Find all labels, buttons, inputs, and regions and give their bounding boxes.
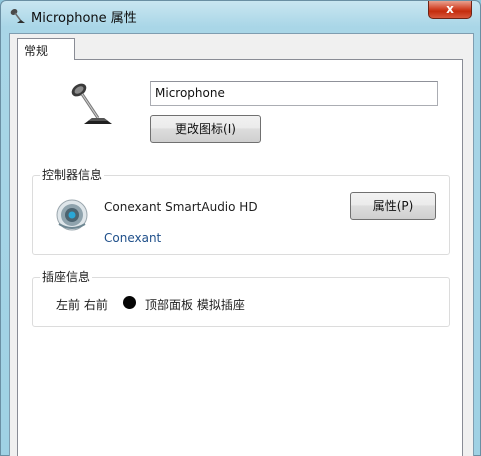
device-name-input[interactable]: Microphone — [150, 81, 438, 106]
jack-info-label: 插座信息 — [40, 270, 93, 284]
microphone-title-icon — [10, 9, 25, 23]
close-button[interactable]: x — [428, 1, 472, 19]
title-bar[interactable]: Microphone 属性 x — [1, 1, 480, 31]
jack-color-indicator — [123, 296, 136, 309]
jack-info-group: 插座信息 左前 右前 顶部面板 模拟插座 — [32, 270, 450, 327]
controller-info-label: 控制器信息 — [40, 168, 105, 182]
tab-general[interactable]: 常规 — [17, 38, 75, 60]
microphone-icon — [71, 83, 112, 124]
controller-name: Conexant SmartAudio HD — [104, 200, 258, 214]
dialog-client-area: 常规 Microphone 更改图标(I) 控制器信息 Conexant Sma… — [9, 33, 474, 456]
change-icon-button[interactable]: 更改图标(I) — [150, 115, 261, 143]
window-title: Microphone 属性 — [31, 11, 137, 26]
jack-location: 左前 右前 — [56, 298, 108, 312]
properties-window: Microphone 属性 x 常规 Microphone 更改图标(I) 控制… — [0, 0, 481, 456]
general-tab-panel: Microphone 更改图标(I) 控制器信息 Conexant SmartA… — [17, 59, 463, 456]
speaker-icon — [56, 199, 88, 231]
controller-vendor: Conexant — [104, 231, 162, 245]
jack-description: 顶部面板 模拟插座 — [145, 298, 245, 312]
properties-button[interactable]: 属性(P) — [350, 192, 436, 220]
close-icon: x — [446, 2, 454, 16]
